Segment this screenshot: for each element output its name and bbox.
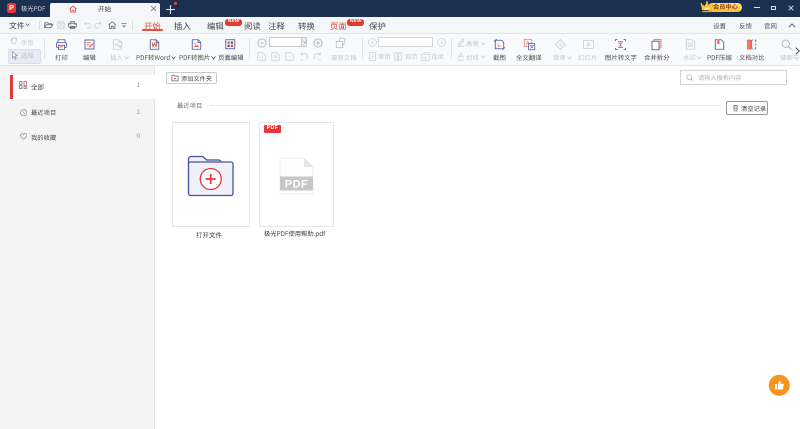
svg-text:PDF: PDF: [285, 179, 309, 191]
